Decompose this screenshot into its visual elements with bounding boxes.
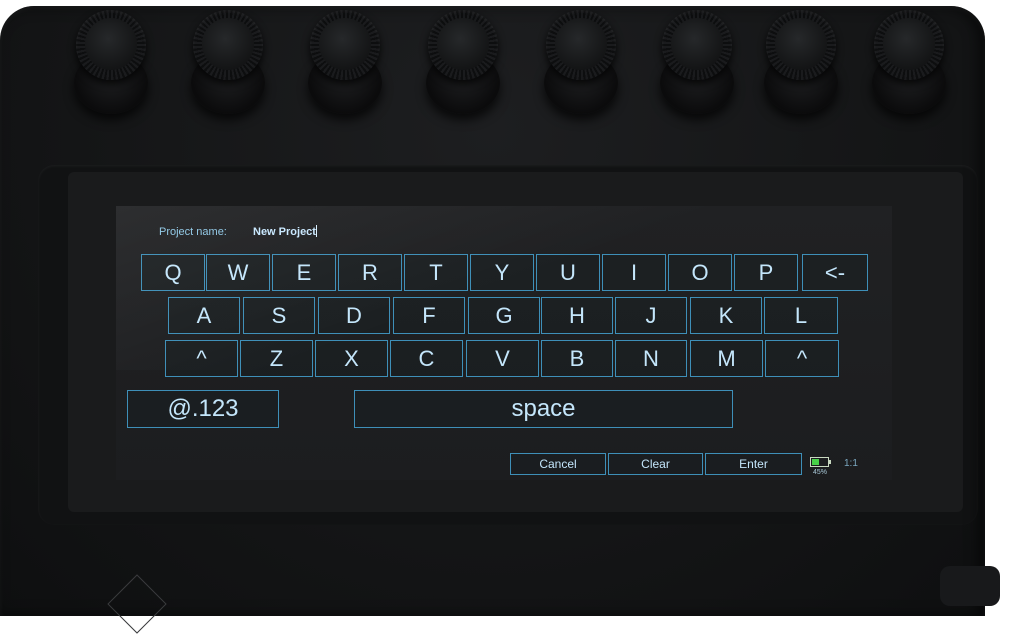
key-e[interactable]: E (272, 254, 336, 291)
encoder-knob-4[interactable] (420, 10, 506, 114)
space-key[interactable]: space (354, 390, 733, 428)
key-v[interactable]: V (466, 340, 539, 377)
key-c[interactable]: C (390, 340, 463, 377)
key-y[interactable]: Y (470, 254, 534, 291)
encoder-knob-1[interactable] (68, 10, 154, 114)
key-i[interactable]: I (602, 254, 666, 291)
key-g[interactable]: G (468, 297, 540, 334)
key-q[interactable]: Q (141, 254, 205, 291)
key-m[interactable]: M (690, 340, 763, 377)
key-z[interactable]: Z (240, 340, 313, 377)
key-j[interactable]: J (615, 297, 687, 334)
key-u[interactable]: U (536, 254, 600, 291)
key-s[interactable]: S (243, 297, 315, 334)
shift-left-key[interactable]: ^ (165, 340, 238, 377)
battery-icon (810, 457, 831, 467)
key-w[interactable]: W (206, 254, 270, 291)
key-p[interactable]: P (734, 254, 798, 291)
key-n[interactable]: N (615, 340, 687, 377)
key-a[interactable]: A (168, 297, 240, 334)
encoder-knob-6[interactable] (654, 10, 740, 114)
backspace-key[interactable]: <- (802, 254, 868, 291)
key-l[interactable]: L (764, 297, 838, 334)
enter-button[interactable]: Enter (705, 453, 802, 475)
clear-button[interactable]: Clear (608, 453, 703, 475)
key-x[interactable]: X (315, 340, 388, 377)
key-r[interactable]: R (338, 254, 402, 291)
text-caret (315, 225, 317, 237)
project-name-label: Project name: (159, 226, 227, 238)
touchscreen: Project name: New Project Q W E R T Y U … (116, 206, 892, 480)
project-name-value: New Project (253, 226, 316, 238)
hardware-pad[interactable] (940, 566, 1000, 606)
key-f[interactable]: F (393, 297, 465, 334)
key-d[interactable]: D (318, 297, 390, 334)
zoom-level: 1:1 (844, 458, 858, 469)
encoder-knob-3[interactable] (302, 10, 388, 114)
cancel-button[interactable]: Cancel (510, 453, 606, 475)
key-o[interactable]: O (668, 254, 732, 291)
encoder-knob-7[interactable] (758, 10, 844, 114)
encoder-knob-5[interactable] (538, 10, 624, 114)
encoder-knob-8[interactable] (866, 10, 952, 114)
key-b[interactable]: B (541, 340, 613, 377)
encoder-knob-2[interactable] (185, 10, 271, 114)
shift-right-key[interactable]: ^ (765, 340, 839, 377)
key-h[interactable]: H (541, 297, 613, 334)
key-k[interactable]: K (690, 297, 762, 334)
battery-percentage: 45% (813, 469, 828, 476)
project-name-input[interactable]: New Project (253, 225, 317, 238)
key-t[interactable]: T (404, 254, 468, 291)
symbols-key[interactable]: @.123 (127, 390, 279, 428)
